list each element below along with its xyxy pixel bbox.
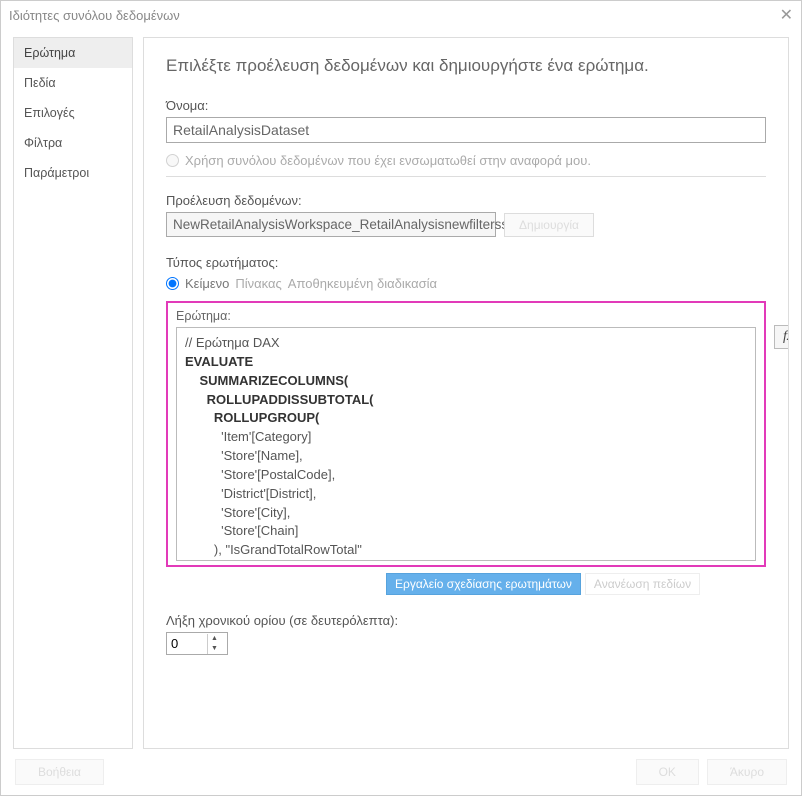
querytype-text-label: Κείμενο xyxy=(185,276,229,291)
embedded-radio-label: Χρήση συνόλου δεδομένων που έχει ενσωματ… xyxy=(185,153,591,168)
timeout-spinner[interactable]: ▲ ▼ xyxy=(166,632,228,655)
query-type-row: Κείμενο Πίνακας Αποθηκευμένη διαδικασία xyxy=(166,276,766,291)
query-buttons-row: Εργαλείο σχεδίασης ερωτημάτων Ανανέωση π… xyxy=(166,573,766,595)
spinner-up-icon[interactable]: ▲ xyxy=(208,634,221,644)
close-icon[interactable]: ✕ xyxy=(780,5,793,25)
datasource-label: Προέλευση δεδομένων: xyxy=(166,193,766,208)
dialog-footer: Βοήθεια OK Άκυρο xyxy=(1,749,801,795)
name-label: Όνομα: xyxy=(166,98,766,113)
query-designer-button[interactable]: Εργαλείο σχεδίασης ερωτημάτων xyxy=(386,573,581,595)
dialog-title: Ιδιότητες συνόλου δεδομένων xyxy=(9,8,180,23)
tab-query[interactable]: Ερώτημα xyxy=(14,38,132,68)
main-panel: Επιλέξτε προέλευση δεδομένων και δημιουρ… xyxy=(143,37,789,749)
help-button[interactable]: Βοήθεια xyxy=(15,759,104,785)
page-heading: Επιλέξτε προέλευση δεδομένων και δημιουρ… xyxy=(166,56,766,76)
datasource-value: NewRetailAnalysisWorkspace_RetailAnalysi… xyxy=(173,217,511,232)
querytype-table-label: Πίνακας xyxy=(235,276,281,291)
query-section-highlight: Ερώτημα: // Ερώτημα DAX EVALUATE SUMMARI… xyxy=(166,301,766,567)
titlebar: Ιδιότητες συνόλου δεδομένων ✕ xyxy=(1,1,801,29)
embedded-dataset-option[interactable]: Χρήση συνόλου δεδομένων που έχει ενσωματ… xyxy=(166,153,766,168)
query-textarea[interactable]: // Ερώτημα DAX EVALUATE SUMMARIZECOLUMNS… xyxy=(176,327,756,561)
expression-fx-button[interactable]: fx xyxy=(774,325,789,349)
timeout-label: Λήξη χρονικού ορίου (σε δευτερόλεπτα): xyxy=(166,613,766,628)
dialog-body: Ερώτημα Πεδία Επιλογές Φίλτρα Παράμετροι… xyxy=(1,29,801,749)
tab-options[interactable]: Επιλογές xyxy=(14,98,132,128)
tab-filters[interactable]: Φίλτρα xyxy=(14,128,132,158)
query-label: Ερώτημα: xyxy=(176,309,756,323)
tab-parameters[interactable]: Παράμετροι xyxy=(14,158,132,188)
datasource-select[interactable]: NewRetailAnalysisWorkspace_RetailAnalysi… xyxy=(166,212,496,237)
timeout-input[interactable] xyxy=(167,633,207,654)
create-datasource-button[interactable]: Δημιουργία xyxy=(504,213,594,237)
querytype-label: Τύπος ερωτήματος: xyxy=(166,255,766,270)
cancel-button[interactable]: Άκυρο xyxy=(707,759,787,785)
dataset-name-input[interactable] xyxy=(166,117,766,143)
dataset-properties-dialog: Ιδιότητες συνόλου δεδομένων ✕ Ερώτημα Πε… xyxy=(0,0,802,796)
refresh-fields-button[interactable]: Ανανέωση πεδίων xyxy=(585,573,700,595)
ok-button[interactable]: OK xyxy=(636,759,699,785)
spinner-down-icon[interactable]: ▼ xyxy=(208,644,221,654)
divider xyxy=(166,176,766,177)
embedded-radio[interactable] xyxy=(166,154,179,167)
querytype-sp-label: Αποθηκευμένη διαδικασία xyxy=(288,276,437,291)
tab-fields[interactable]: Πεδία xyxy=(14,68,132,98)
sidebar: Ερώτημα Πεδία Επιλογές Φίλτρα Παράμετροι xyxy=(13,37,133,749)
querytype-text-radio[interactable] xyxy=(166,277,179,290)
